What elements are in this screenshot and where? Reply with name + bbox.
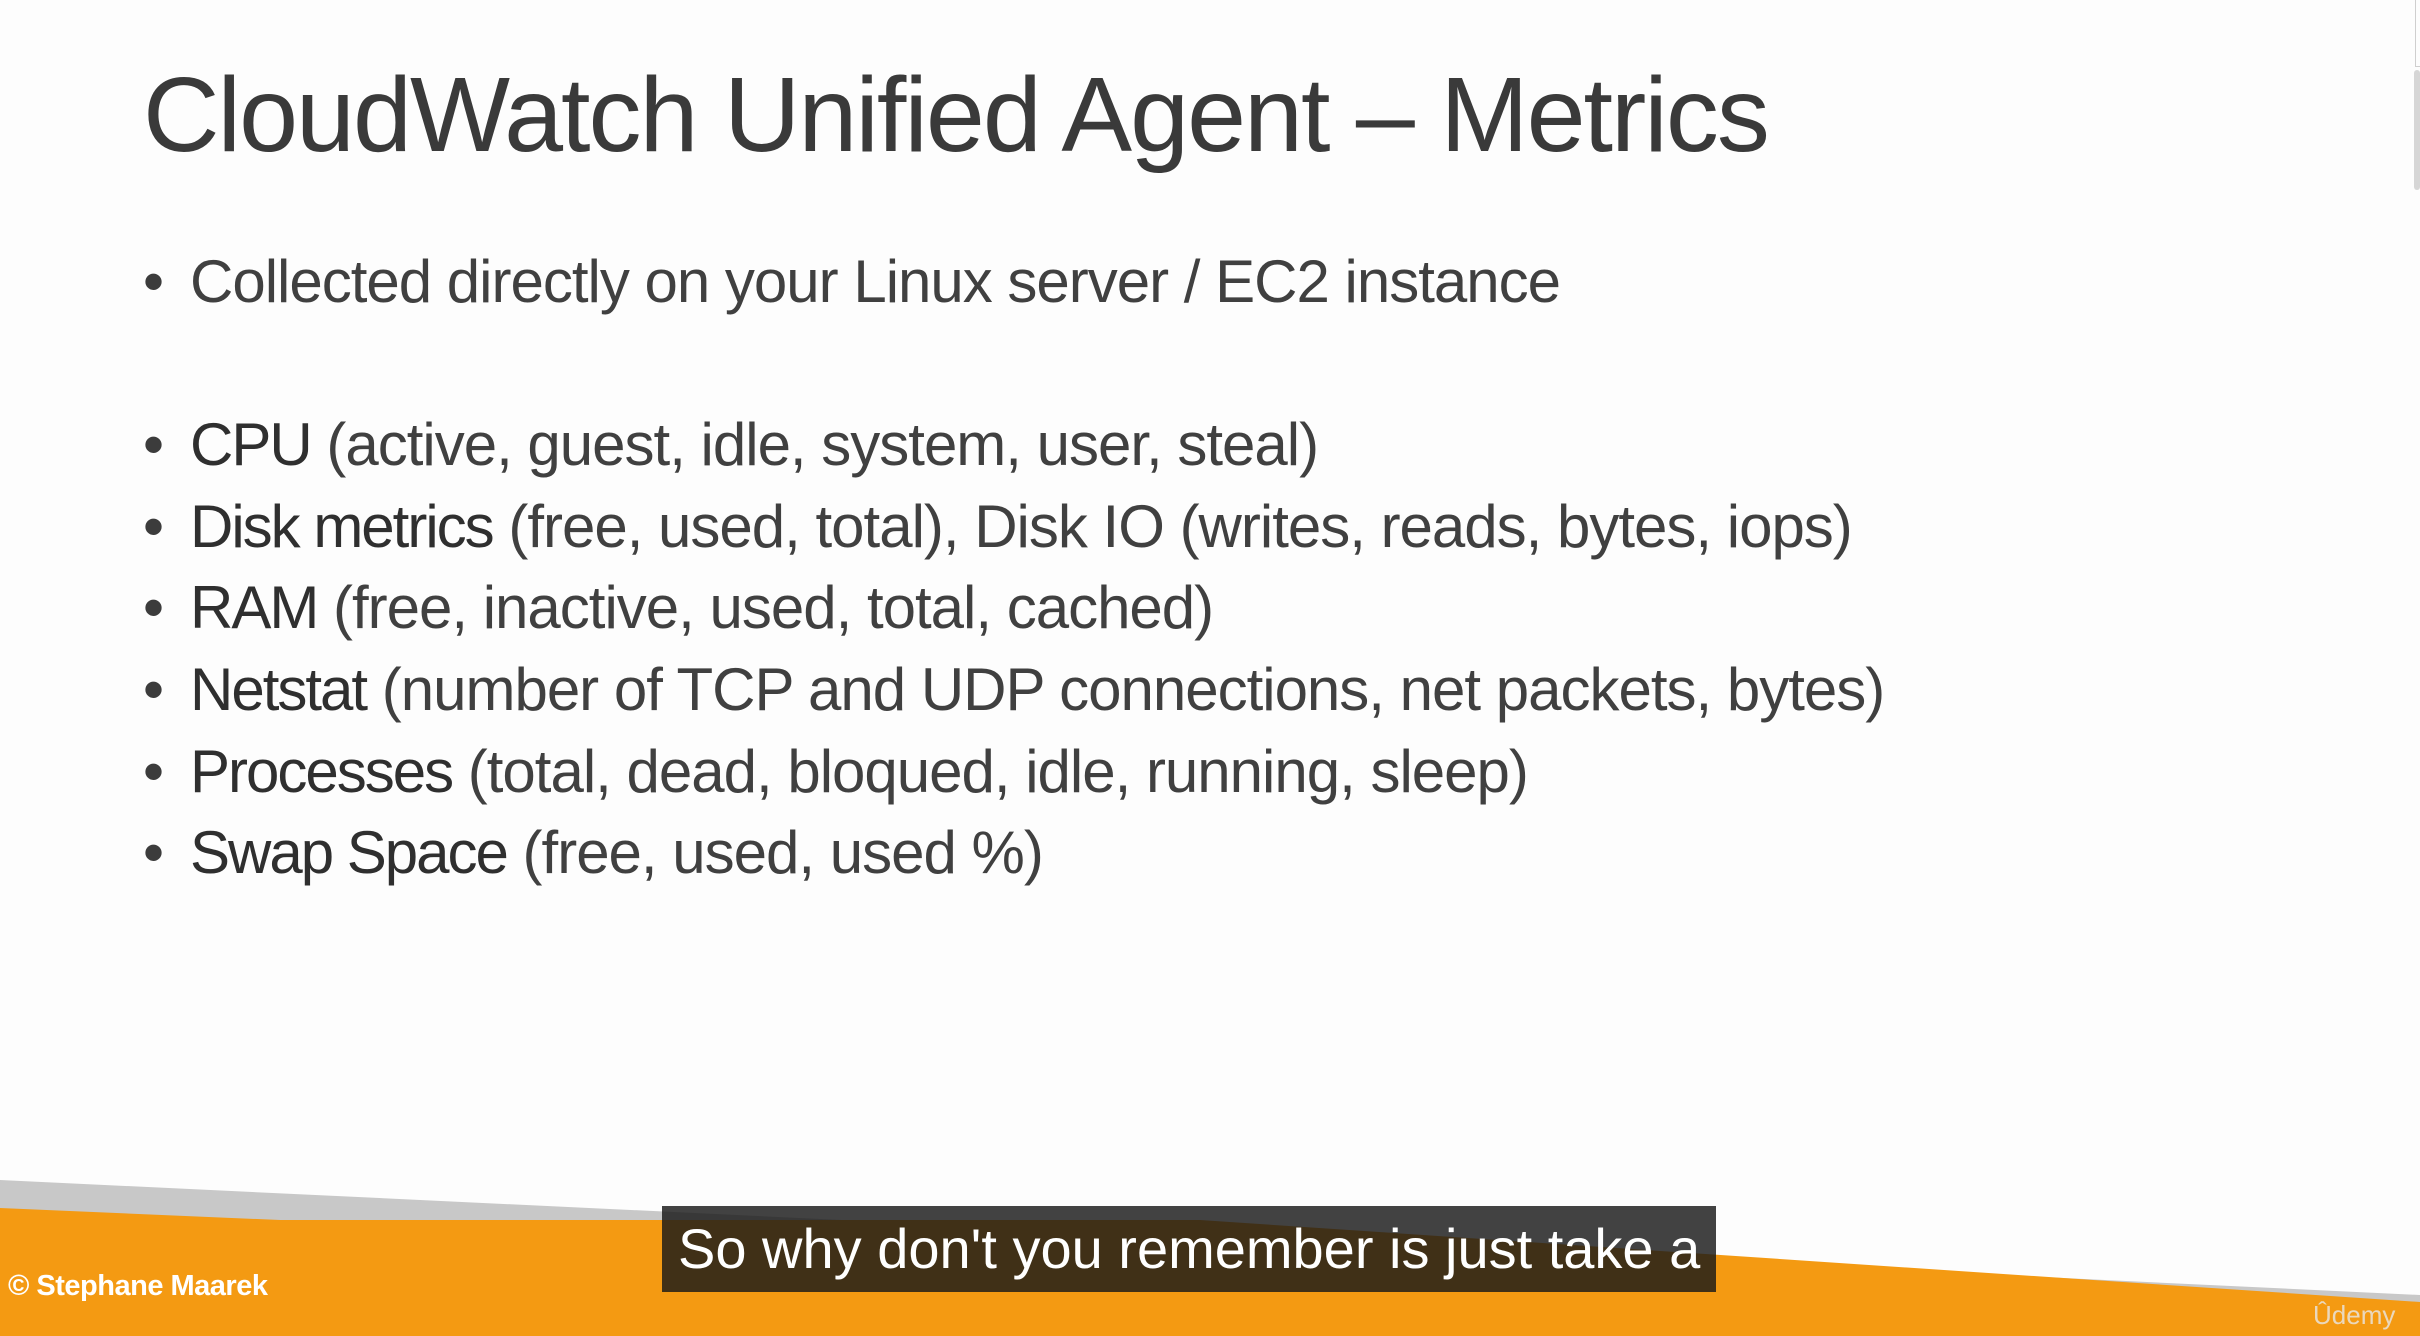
bullet-item-netstat: • Netstat (number of TCP and UDP connecti… [143, 656, 1885, 723]
bullet-dot: • [143, 656, 164, 723]
bullet-item-swap: • Swap Space (free, used, used %) [143, 819, 1044, 886]
bullet-item-cpu: • CPU (active, guest, idle, system, user,… [143, 411, 1319, 478]
bullet-text: (free, inactive, used, total, cached) [317, 574, 1214, 641]
bullet-term: Disk metrics [190, 493, 495, 560]
udemy-watermark: Ûdemy [2313, 1300, 2396, 1330]
copyright-credit: © Stephane Maarek [8, 1270, 268, 1302]
slide-title: CloudWatch Unified Agent – Metrics [143, 56, 1770, 174]
bullet-text: (total, dead, bloqued, idle, running, sl… [452, 738, 1529, 805]
slide: CloudWatch Unified Agent – Metrics • Coll… [0, 0, 2420, 1336]
video-caption: So why don't you remember is just take a [662, 1206, 1717, 1292]
bullet-dot: • [143, 819, 164, 886]
bullet-item-disk: • Disk metrics (free, used, total), Disk … [143, 493, 1853, 560]
bullet-item-ram: • RAM (free, inactive, used, total, cache… [143, 574, 1214, 641]
scrollbar-thumb[interactable] [2414, 70, 2420, 190]
bullet-dot: • [143, 738, 164, 805]
bullet-text: (free, used, total), Disk IO (writes, re… [492, 493, 1852, 560]
bullet-text: (active, guest, idle, system, user, stea… [310, 411, 1319, 478]
bullet-text: (number of TCP and UDP connections, net … [366, 656, 1886, 723]
bullet-term: Swap Space [190, 819, 509, 886]
bullet-dot: • [143, 574, 164, 641]
bullet-term: Processes [190, 738, 454, 805]
bullet-term: CPU [190, 411, 313, 478]
bullet-term: Netstat [190, 656, 368, 723]
bullet-term: RAM [190, 574, 319, 641]
bullet-dot: • [143, 248, 164, 315]
bullet-text: Collected directly on your Linux server … [190, 248, 1561, 315]
window-edge-marker [2415, 0, 2420, 67]
bullet-dot: • [143, 493, 164, 560]
bullet-item-processes: • Processes (total, dead, bloqued, idle, … [143, 738, 1529, 805]
bullet-dot: • [143, 411, 164, 478]
bullet-text: (free, used, used %) [506, 819, 1044, 886]
bullet-item-collected: • Collected directly on your Linux server… [143, 248, 1561, 315]
